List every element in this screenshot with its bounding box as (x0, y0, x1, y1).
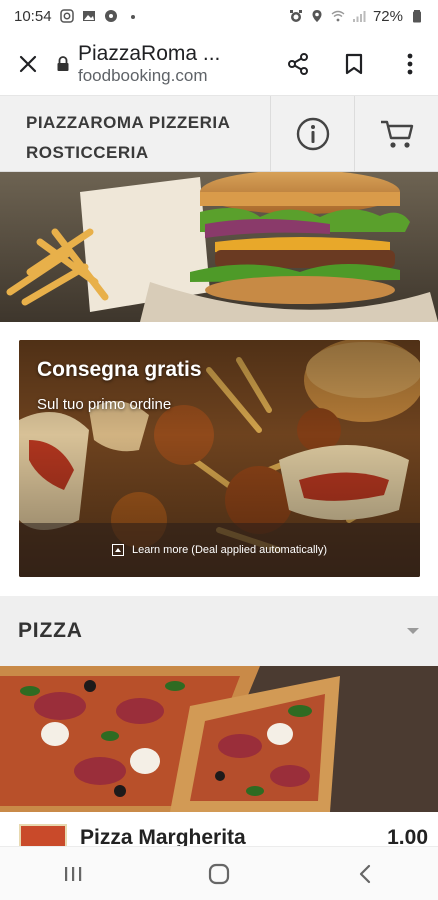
bookmark-icon[interactable] (326, 32, 382, 96)
info-button[interactable] (270, 96, 354, 172)
battery-icon (410, 9, 424, 23)
cart-button[interactable] (354, 96, 438, 172)
promo-title: Consegna gratis (37, 358, 202, 381)
recents-icon[interactable] (33, 847, 113, 900)
instagram-icon (59, 9, 74, 23)
url-bar[interactable]: PiazzaRoma ... foodbooking.com (56, 42, 270, 86)
learn-more-link[interactable]: Learn more (Deal applied automatically) (19, 523, 420, 577)
info-icon (296, 117, 329, 151)
site-title: PiazzaRoma ... (78, 41, 221, 65)
category-header-pizza[interactable]: PIZZA (0, 596, 438, 666)
category-title: PIZZA (18, 619, 83, 642)
hero-image (0, 172, 438, 322)
home-icon[interactable] (179, 847, 259, 900)
dot-icon (126, 9, 140, 23)
location-icon (310, 9, 324, 23)
chevron-down-icon (407, 628, 419, 634)
back-icon[interactable] (325, 847, 405, 900)
learn-more-text: Learn more (Deal applied automatically) (131, 544, 328, 556)
system-navigation-bar (0, 846, 438, 900)
browser-toolbar: PiazzaRoma ... foodbooking.com (0, 32, 438, 96)
clock: 10:54 (14, 7, 52, 25)
chat-icon (104, 9, 118, 23)
wifi-icon (331, 9, 345, 23)
gallery-icon (82, 9, 96, 23)
promo-card[interactable]: Consegna gratis Sul tuo primo ordine Lea… (19, 340, 420, 577)
restaurant-name-line1: PIAZZAROMA PIZZERIA (26, 113, 231, 132)
close-icon[interactable] (0, 32, 56, 96)
category-image-pizza (0, 666, 438, 812)
info-box-icon (111, 544, 124, 556)
battery-percent: 72% (372, 7, 403, 25)
more-vertical-icon[interactable] (382, 32, 438, 96)
alarm-icon (289, 9, 303, 23)
share-icon[interactable] (270, 32, 326, 96)
restaurant-name: PIAZZAROMA PIZZERIA ROSTICCERIA (0, 96, 270, 171)
status-bar: 10:54 72% (0, 0, 438, 32)
restaurant-header: PIAZZAROMA PIZZERIA ROSTICCERIA (0, 96, 438, 172)
site-domain: foodbooking.com (78, 65, 208, 85)
signal-icon (352, 9, 366, 23)
promo-subtitle: Sul tuo primo ordine (37, 396, 172, 413)
restaurant-name-line2: ROSTICCERIA (26, 143, 149, 162)
lock-icon (56, 55, 78, 72)
cart-icon (380, 120, 413, 148)
